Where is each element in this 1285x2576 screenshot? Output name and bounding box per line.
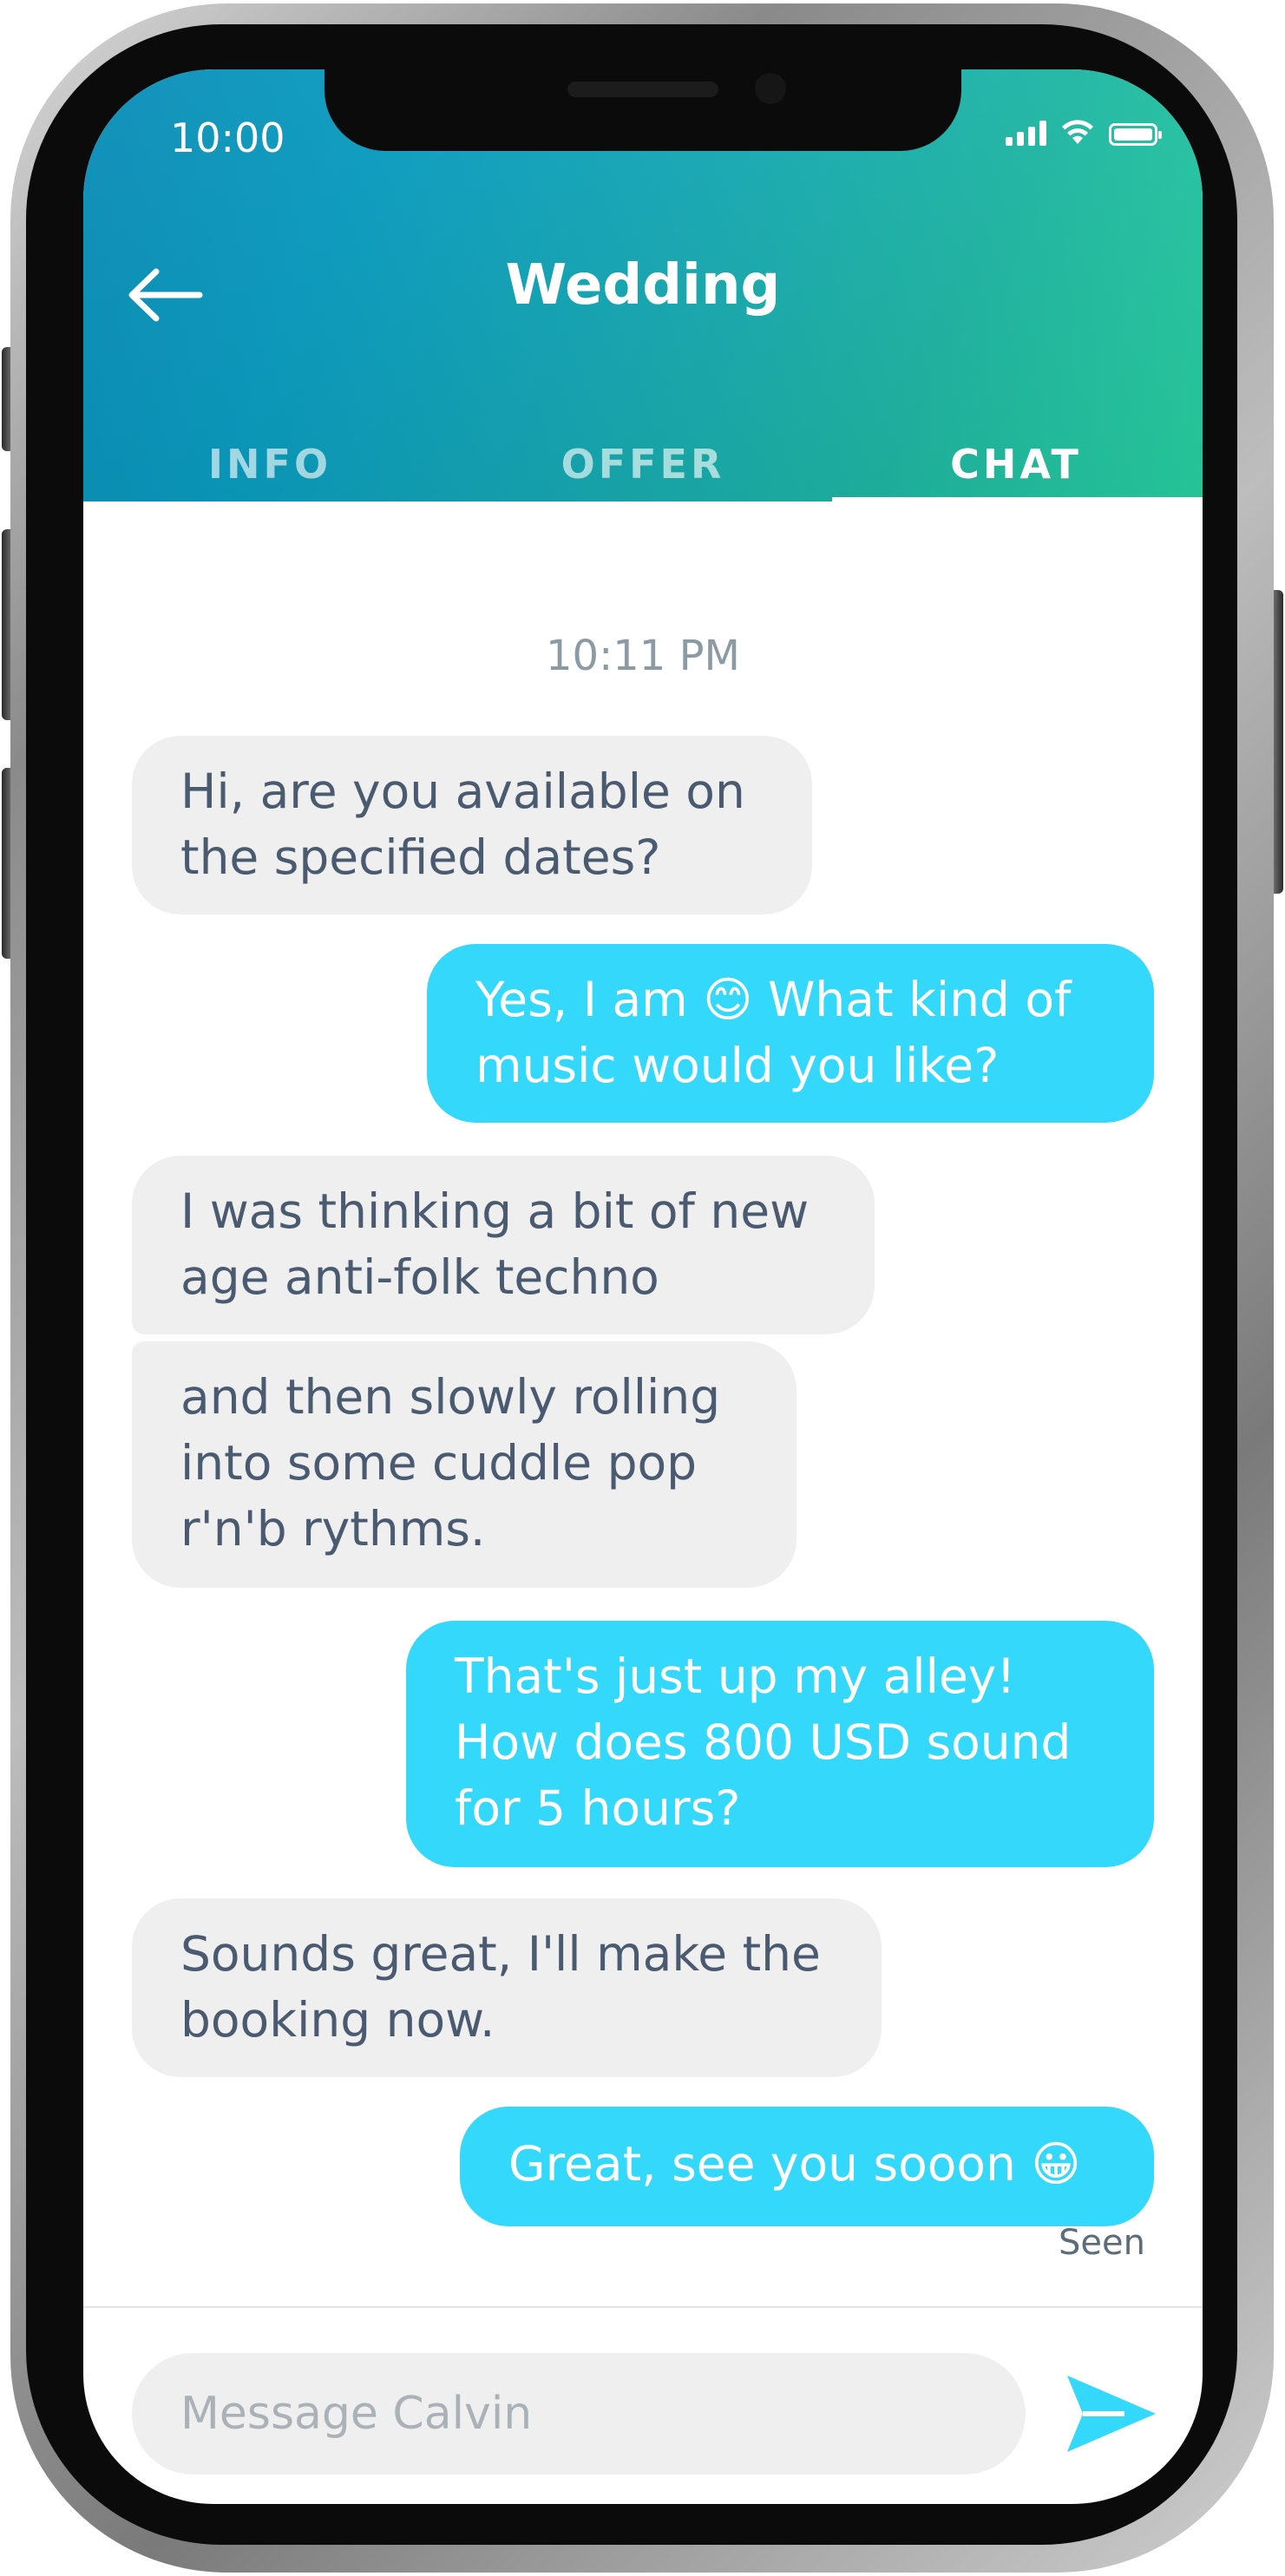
notch — [325, 69, 961, 151]
message-timestamp: 10:11 PM — [546, 632, 740, 680]
incoming-message: I was thinking a bit of new age anti-fol… — [132, 1156, 875, 1334]
send-button[interactable] — [1064, 2370, 1159, 2457]
tab-chat[interactable]: CHAT — [829, 441, 1203, 501]
phone-mockup: 10:00 Wedding INFO OFFER CHAT 10:11 PM H… — [0, 0, 1285, 2576]
tab-info[interactable]: INFO — [83, 441, 456, 501]
page-title: Wedding — [505, 253, 781, 318]
outgoing-message: Yes, I am 😊 What kind of music would you… — [427, 944, 1154, 1123]
incoming-message: Sounds great, I'll make the booking now. — [132, 1898, 882, 2077]
tab-offer[interactable]: OFFER — [456, 441, 829, 501]
composer-divider — [83, 2306, 1203, 2308]
tab-bar: INFO OFFER CHAT — [83, 441, 1203, 501]
front-camera — [755, 73, 786, 104]
outgoing-message: Great, see you sooon 😀 — [460, 2107, 1154, 2226]
cellular-signal-icon — [1006, 120, 1046, 146]
battery-icon — [1109, 123, 1162, 146]
status-icons — [1006, 118, 1162, 146]
send-icon — [1067, 2376, 1156, 2452]
chat-thread[interactable]: 10:11 PM Hi, are you available on the sp… — [83, 501, 1203, 2504]
incoming-message: Hi, are you available on the specified d… — [132, 736, 812, 914]
message-input[interactable] — [132, 2353, 1026, 2474]
incoming-message: and then slowly rolling into some cuddle… — [132, 1341, 797, 1588]
wifi-icon — [1062, 120, 1093, 144]
outgoing-message: That's just up my alley! How does 800 US… — [406, 1621, 1154, 1867]
read-receipt: Seen — [1059, 2223, 1145, 2263]
screen: 10:00 Wedding INFO OFFER CHAT 10:11 PM H… — [83, 69, 1203, 2504]
status-time: 10:00 — [170, 115, 285, 161]
active-tab-indicator — [832, 497, 1203, 501]
speaker-grille — [567, 82, 718, 97]
